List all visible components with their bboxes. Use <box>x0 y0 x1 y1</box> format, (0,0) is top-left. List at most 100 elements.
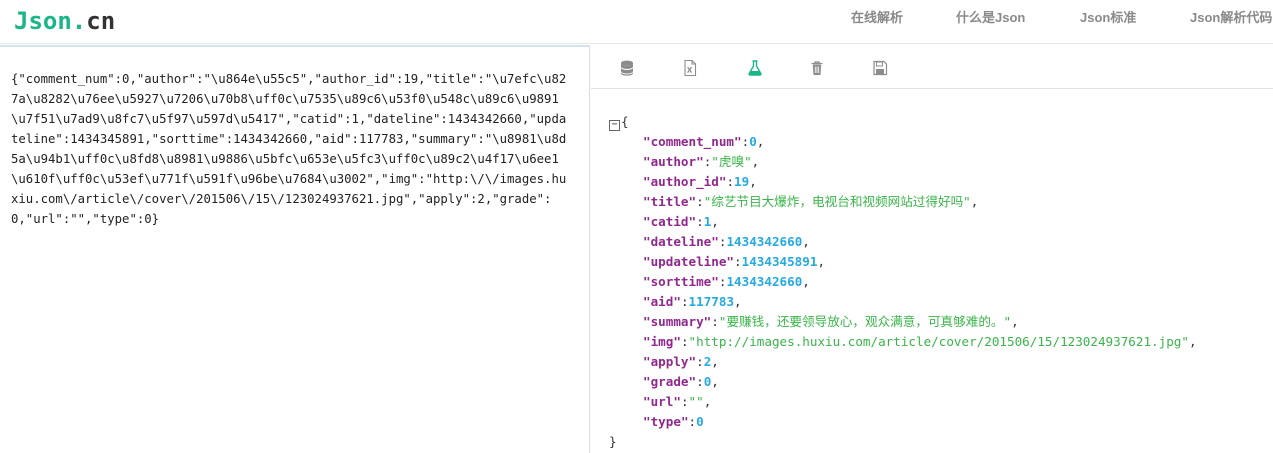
key-quote: " <box>643 234 651 249</box>
entry-key: updateline <box>650 254 727 269</box>
entry-key: catid <box>650 214 689 229</box>
entry-value: 117783 <box>688 294 735 309</box>
raw-json-input[interactable]: {"comment_num":0,"author":"\u864e\u55c5"… <box>11 69 571 449</box>
raw-json-pane: {"comment_num":0,"author":"\u864e\u55c5"… <box>0 45 590 453</box>
comma: , <box>711 374 719 389</box>
colon: : <box>711 314 719 329</box>
key-quote: " <box>711 274 719 289</box>
tree-entry: "grade":0, <box>609 372 1197 392</box>
key-quote: " <box>696 154 704 169</box>
key-quote: " <box>734 134 742 149</box>
colon: : <box>688 414 697 429</box>
comma: , <box>756 134 765 149</box>
comma: , <box>734 294 742 309</box>
key-quote: " <box>688 374 697 389</box>
comma: , <box>711 354 719 369</box>
string-quote: " <box>744 154 752 169</box>
open-brace: { <box>621 114 629 129</box>
entry-key: aid <box>650 294 674 309</box>
entry-key: sorttime <box>650 274 712 289</box>
entry-value: 1434342660 <box>726 274 803 289</box>
entry-key: title <box>650 194 689 209</box>
view-toolbar <box>591 45 1273 89</box>
entry-key: dateline <box>650 234 712 249</box>
colon: : <box>696 374 704 389</box>
comma: , <box>703 394 712 409</box>
save-icon[interactable] <box>871 59 889 77</box>
string-quote: " <box>688 334 697 349</box>
tree-entry: "updateline":1434345891, <box>609 252 1197 272</box>
key-quote: " <box>643 254 651 269</box>
key-quote: " <box>673 334 681 349</box>
string-quote: " <box>711 154 719 169</box>
comma: , <box>802 234 810 249</box>
entry-key: grade <box>650 374 689 389</box>
colon: : <box>696 194 704 209</box>
nav-item-online-parse[interactable]: 在线解析 <box>851 10 903 26</box>
comma: , <box>749 174 757 189</box>
comma: , <box>1188 334 1197 349</box>
entry-key: author_id <box>650 174 719 189</box>
tree-entry: "catid":1, <box>609 212 1197 232</box>
entry-value: 1434345891 <box>741 254 818 269</box>
key-quote: " <box>643 394 651 409</box>
entry-key: url <box>650 394 674 409</box>
trash-icon[interactable] <box>808 59 826 77</box>
json-tree: −{ "comment_num":0, "author":"虎嗅", "author… <box>609 112 1197 452</box>
key-quote: " <box>643 274 651 289</box>
key-quote: " <box>643 194 651 209</box>
tree-open-line: −{ <box>609 112 1197 132</box>
comma: , <box>802 274 810 289</box>
tree-entry: "summary":"要赚钱，还要领导放心，观众满意，可真够难的。", <box>609 312 1197 332</box>
key-quote: " <box>643 354 651 369</box>
colon: : <box>680 394 689 409</box>
excel-file-icon[interactable] <box>681 59 699 77</box>
entry-key: img <box>650 334 674 349</box>
tree-entries: "comment_num":0, "author":"虎嗅", "author_id… <box>609 132 1197 432</box>
entry-key: type <box>650 414 681 429</box>
key-quote: " <box>726 254 735 269</box>
key-quote: " <box>643 154 651 169</box>
tree-entry: "title":"综艺节目大爆炸，电视台和视频网站过得好吗", <box>609 192 1197 212</box>
nav-item-json-parse-code[interactable]: Json解析代码 <box>1190 10 1272 26</box>
entry-key: author <box>650 154 697 169</box>
database-icon[interactable] <box>618 59 636 77</box>
entry-value: 19 <box>734 174 750 189</box>
entry-value: 虎嗅 <box>718 154 745 169</box>
tree-entry: "url":"", <box>609 392 1197 412</box>
comma: , <box>970 194 979 209</box>
key-quote: " <box>688 214 697 229</box>
string-quote: " <box>1181 334 1189 349</box>
formatted-json-pane: −{ "comment_num":0, "author":"虎嗅", "author… <box>591 45 1273 453</box>
string-quote: " <box>963 194 971 209</box>
nav-item-what-is-json[interactable]: 什么是Json <box>956 10 1025 26</box>
tree-entry: "sorttime":1434342660, <box>609 272 1197 292</box>
tree-entry: "aid":117783, <box>609 292 1197 312</box>
string-quote: " <box>696 394 704 409</box>
entry-value: http://images.huxiu.com/article/cover/20… <box>696 334 1182 349</box>
key-quote: " <box>643 314 651 329</box>
entry-key: comment_num <box>650 134 734 149</box>
key-quote: " <box>673 394 681 409</box>
key-quote: " <box>643 134 651 149</box>
key-quote: " <box>688 194 697 209</box>
flask-icon[interactable] <box>746 59 764 77</box>
nav-item-json-standard[interactable]: Json标准 <box>1080 10 1136 26</box>
key-quote: " <box>643 374 651 389</box>
key-quote: " <box>688 354 697 369</box>
string-quote: " <box>688 394 697 409</box>
collapse-toggle-icon[interactable]: − <box>609 120 620 131</box>
tree-entry: "author_id":19, <box>609 172 1197 192</box>
key-quote: " <box>643 214 651 229</box>
key-quote: " <box>643 174 651 189</box>
close-brace: } <box>609 434 617 449</box>
entry-value: 0 <box>749 134 757 149</box>
key-quote: " <box>680 414 689 429</box>
entry-value: 要赚钱，还要领导放心，观众满意，可真够难的。 <box>726 314 1004 329</box>
comma: , <box>711 214 719 229</box>
tree-entry: "apply":2, <box>609 352 1197 372</box>
comma: , <box>817 254 826 269</box>
key-quote: " <box>643 334 651 349</box>
colon: : <box>680 334 689 349</box>
comma: , <box>751 154 760 169</box>
